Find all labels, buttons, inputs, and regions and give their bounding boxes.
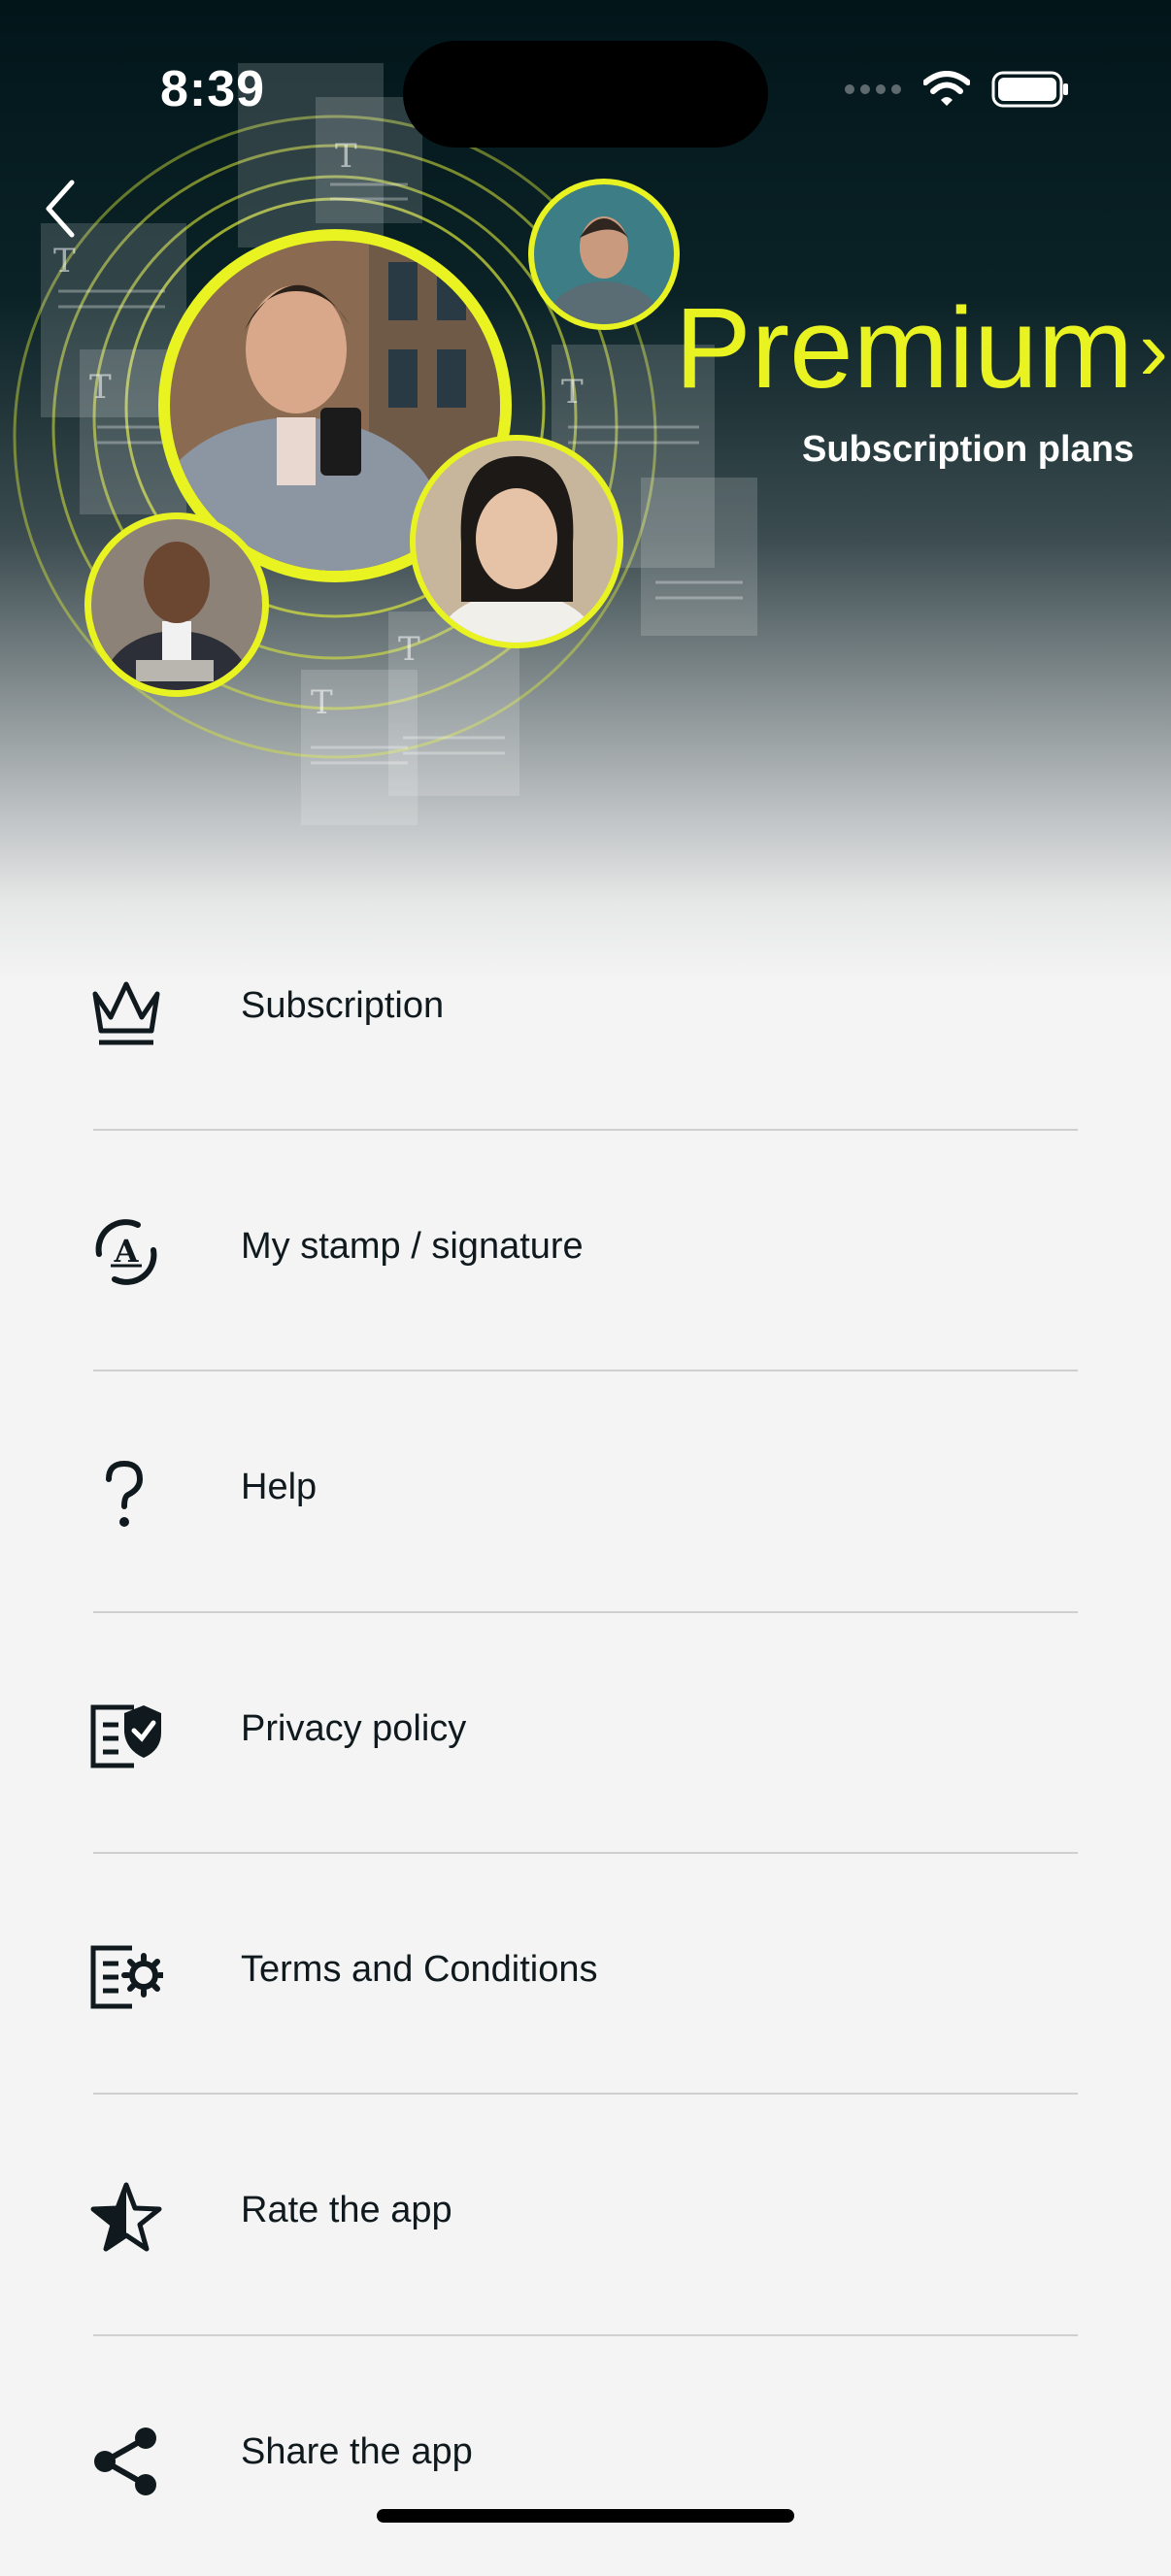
menu-item-share-app[interactable]: Share the app bbox=[0, 2335, 1171, 2576]
dynamic-island bbox=[403, 41, 768, 148]
menu-item-label: My stamp / signature bbox=[241, 1226, 584, 1267]
menu-item-label: Terms and Conditions bbox=[241, 1949, 598, 1990]
svg-text:T: T bbox=[398, 630, 420, 669]
svg-text:A: A bbox=[114, 1233, 140, 1270]
wifi-icon bbox=[923, 71, 970, 106]
battery-icon bbox=[991, 71, 1068, 108]
menu-item-label: Rate the app bbox=[241, 2190, 452, 2230]
premium-banner[interactable]: T T T T T T 8:39 Premium› Subscription p… bbox=[0, 0, 1171, 980]
home-indicator[interactable] bbox=[377, 2509, 794, 2523]
svg-text:T: T bbox=[89, 368, 112, 407]
crown-icon bbox=[92, 981, 160, 1045]
star-icon bbox=[90, 2182, 162, 2252]
cellular-signal-icon bbox=[845, 84, 901, 94]
menu-item-rate-app[interactable]: Rate the app bbox=[0, 2094, 1171, 2334]
premium-link[interactable]: Premium› Subscription plans bbox=[675, 284, 1169, 470]
status-icons bbox=[844, 70, 1069, 109]
menu-item-label: Help bbox=[241, 1467, 318, 1507]
premium-illustration: T T T T T T bbox=[13, 63, 757, 825]
menu-item-label: Subscription bbox=[241, 985, 445, 1026]
menu-item-help[interactable]: Help bbox=[0, 1371, 1171, 1611]
premium-title: Premium› bbox=[675, 284, 1169, 413]
chevron-right-icon: › bbox=[1139, 302, 1169, 399]
menu-item-subscription[interactable]: Subscription bbox=[0, 889, 1171, 1130]
terms-gear-icon bbox=[90, 1945, 163, 2009]
stamp-signature-icon: A bbox=[95, 1219, 157, 1285]
share-icon bbox=[94, 2427, 156, 2495]
premium-subtitle: Subscription plans bbox=[802, 429, 1135, 470]
menu-item-privacy-policy[interactable]: Privacy policy bbox=[0, 1612, 1171, 1853]
svg-text:T: T bbox=[53, 242, 76, 281]
status-time: 8:39 bbox=[160, 61, 266, 117]
svg-text:T: T bbox=[335, 137, 357, 176]
svg-text:T: T bbox=[311, 683, 333, 722]
menu-item-terms[interactable]: Terms and Conditions bbox=[0, 1853, 1171, 2094]
chevron-left-icon[interactable] bbox=[39, 175, 87, 243]
menu-item-stamp-signature[interactable]: A My stamp / signature bbox=[0, 1130, 1171, 1371]
menu-item-label: Privacy policy bbox=[241, 1708, 467, 1749]
privacy-shield-icon bbox=[90, 1704, 161, 1768]
svg-text:T: T bbox=[561, 373, 584, 412]
question-icon bbox=[106, 1460, 144, 1527]
menu-item-label: Share the app bbox=[241, 2431, 473, 2472]
